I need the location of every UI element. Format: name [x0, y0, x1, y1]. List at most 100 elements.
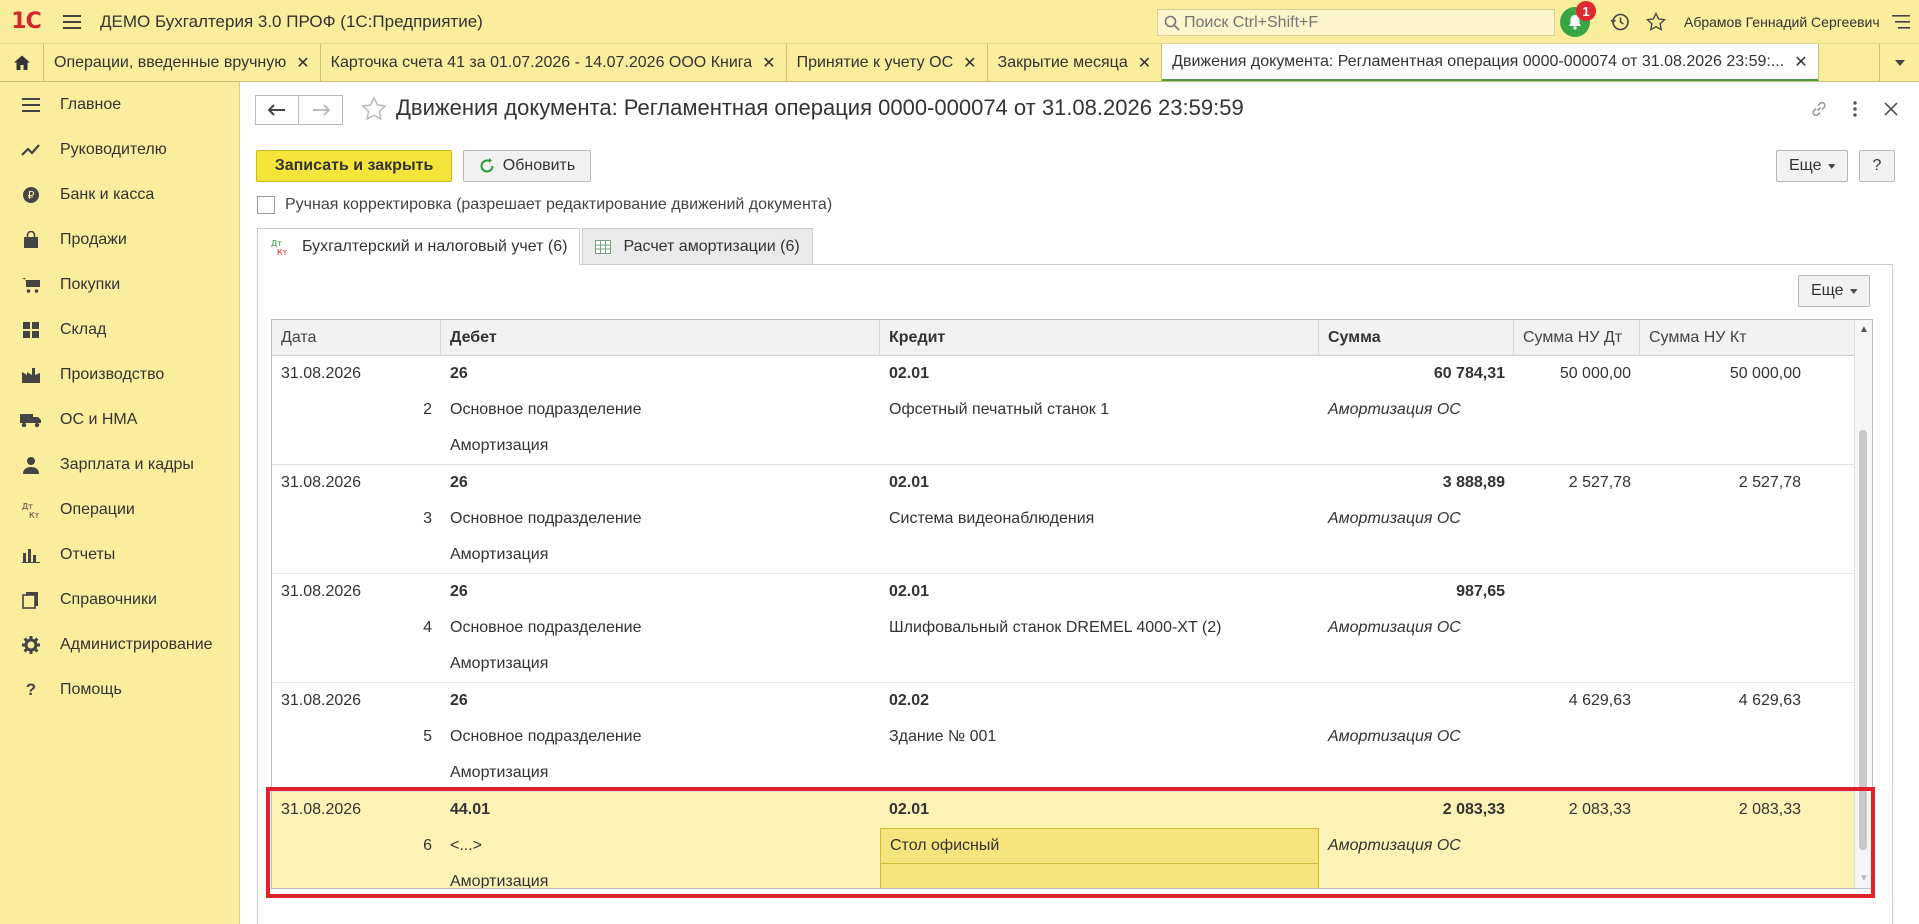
- current-user[interactable]: Абрамов Геннадий Сергеевич: [1684, 14, 1880, 30]
- tab-month-closing[interactable]: Закрытие месяца ✕: [987, 44, 1163, 81]
- table-scrollbar[interactable]: ▲ ▼: [1854, 320, 1872, 888]
- help-button[interactable]: ?: [1859, 150, 1895, 182]
- row-sum-nu-kt[interactable]: 2 083,33: [1640, 792, 1810, 828]
- sidebar-item-administration[interactable]: Администрирование: [0, 622, 239, 667]
- refresh-button[interactable]: Обновить: [463, 150, 591, 182]
- credit-account[interactable]: 02.01: [880, 792, 1319, 828]
- debit-subconto-1[interactable]: Основное подразделение: [441, 610, 880, 646]
- credit-account[interactable]: 02.02: [880, 683, 1319, 719]
- scrollbar-thumb[interactable]: [1859, 430, 1867, 850]
- scroll-up-icon[interactable]: ▲: [1859, 324, 1869, 335]
- sidebar-item-sales[interactable]: Продажи: [0, 217, 239, 262]
- tab-fixed-asset-acceptance[interactable]: Принятие к учету ОС ✕: [786, 44, 988, 81]
- row-sum[interactable]: 60 784,31: [1319, 356, 1514, 392]
- column-header-credit[interactable]: Кредит: [880, 320, 1319, 355]
- close-icon[interactable]: [1873, 94, 1909, 124]
- search-input[interactable]: [1184, 13, 1544, 32]
- sidebar-item-fixed-assets[interactable]: ОС и НМА: [0, 397, 239, 442]
- debit-account[interactable]: 26: [441, 356, 880, 392]
- credit-subconto-1[interactable]: Здание № 001: [880, 719, 1319, 755]
- debit-account[interactable]: 26: [441, 574, 880, 610]
- credit-subconto-1[interactable]: Шлифовальный станок DREMEL 4000-XT (2): [880, 610, 1319, 646]
- settings-menu-button[interactable]: [1883, 0, 1919, 44]
- tab-document-movements[interactable]: Движения документа: Регламентная операци…: [1162, 44, 1819, 81]
- more-actions-button[interactable]: Еще: [1776, 150, 1848, 182]
- debit-account[interactable]: 26: [441, 683, 880, 719]
- tab-manual-operations[interactable]: Операции, введенные вручную ✕: [44, 44, 321, 81]
- save-and-close-button[interactable]: Записать и закрыть: [256, 150, 452, 182]
- home-tab[interactable]: [0, 44, 44, 81]
- credit-subconto-1[interactable]: Офсетный печатный станок 1: [880, 392, 1319, 428]
- global-search[interactable]: [1157, 9, 1555, 36]
- favorites-button[interactable]: [1638, 0, 1674, 44]
- close-icon[interactable]: ✕: [296, 53, 309, 73]
- app-logo[interactable]: 1С: [0, 0, 52, 44]
- credit-account[interactable]: 02.01: [880, 465, 1319, 501]
- table-row[interactable]: 31.08.2026 5 26 Основное подразделение А…: [272, 683, 1872, 792]
- row-sum-nu-dt[interactable]: 50 000,00: [1514, 356, 1640, 392]
- debit-subconto-2[interactable]: Амортизация: [441, 864, 880, 888]
- back-button[interactable]: [255, 95, 299, 125]
- debit-subconto-1[interactable]: <...>: [441, 828, 880, 864]
- row-sum[interactable]: [1319, 683, 1514, 719]
- history-button[interactable]: [1602, 0, 1638, 44]
- favorite-star-button[interactable]: [361, 96, 389, 124]
- sidebar-item-catalogs[interactable]: Справочники: [0, 577, 239, 622]
- tab-depreciation-calc[interactable]: Расчет амортизации (6): [582, 228, 813, 264]
- table-row[interactable]: 31.08.2026 2 26 Основное подразделение А…: [272, 356, 1872, 465]
- credit-subconto-1-focused[interactable]: Стол офисный: [880, 828, 1319, 864]
- row-sum-nu-kt[interactable]: [1640, 574, 1810, 610]
- main-menu-icon[interactable]: [52, 0, 92, 44]
- debit-subconto-1[interactable]: Основное подразделение: [441, 719, 880, 755]
- close-icon[interactable]: ✕: [1138, 53, 1151, 73]
- table-row[interactable]: 31.08.2026 3 26 Основное подразделение А…: [272, 465, 1872, 574]
- debit-subconto-2[interactable]: Амортизация: [441, 428, 880, 464]
- column-header-sum[interactable]: Сумма: [1319, 320, 1514, 355]
- forward-button[interactable]: [299, 95, 343, 125]
- link-icon[interactable]: [1801, 94, 1837, 124]
- row-sum[interactable]: 2 083,33: [1319, 792, 1514, 828]
- debit-account[interactable]: 44.01: [441, 792, 880, 828]
- sidebar-item-purchases[interactable]: Покупки: [0, 262, 239, 307]
- sidebar-item-operations[interactable]: Дт Кт Операции: [0, 487, 239, 532]
- column-header-sum-nu-kt[interactable]: Сумма НУ Кт: [1640, 320, 1766, 355]
- sidebar-item-production[interactable]: Производство: [0, 352, 239, 397]
- sidebar-item-warehouse[interactable]: Склад: [0, 307, 239, 352]
- table-more-button[interactable]: Еще: [1798, 275, 1870, 307]
- debit-subconto-1[interactable]: Основное подразделение: [441, 501, 880, 537]
- tab-accounting-tax[interactable]: Дт Кт Бухгалтерский и налоговый учет (6): [257, 228, 581, 265]
- close-icon[interactable]: ✕: [1794, 52, 1807, 72]
- debit-account[interactable]: 26: [441, 465, 880, 501]
- sidebar-item-manager[interactable]: Руководителю: [0, 127, 239, 172]
- credit-account[interactable]: 02.01: [880, 574, 1319, 610]
- debit-subconto-2[interactable]: Амортизация: [441, 646, 880, 682]
- row-sum-nu-dt[interactable]: [1514, 574, 1640, 610]
- row-sum-nu-kt[interactable]: 2 527,78: [1640, 465, 1810, 501]
- debit-subconto-2[interactable]: Амортизация: [441, 537, 880, 573]
- more-vertical-icon[interactable]: [1837, 94, 1873, 124]
- sidebar-item-main[interactable]: Главное: [0, 82, 239, 127]
- credit-account[interactable]: 02.01: [880, 356, 1319, 392]
- sidebar-item-bank[interactable]: ₽ Банк и касса: [0, 172, 239, 217]
- notifications-button[interactable]: 1: [1560, 1, 1596, 37]
- sidebar-item-reports[interactable]: Отчеты: [0, 532, 239, 577]
- credit-subconto-1[interactable]: Система видеонаблюдения: [880, 501, 1319, 537]
- row-sum-nu-dt[interactable]: 2 527,78: [1514, 465, 1640, 501]
- debit-subconto-2[interactable]: Амортизация: [441, 755, 880, 791]
- debit-subconto-1[interactable]: Основное подразделение: [441, 392, 880, 428]
- row-sum[interactable]: 3 888,89: [1319, 465, 1514, 501]
- scroll-down-icon[interactable]: ▼: [1859, 873, 1869, 884]
- tabs-overflow-button[interactable]: [1879, 44, 1919, 81]
- close-icon[interactable]: ✕: [762, 53, 775, 73]
- column-header-date[interactable]: Дата: [272, 320, 441, 355]
- row-sum-nu-dt[interactable]: 4 629,63: [1514, 683, 1640, 719]
- row-sum[interactable]: 987,65: [1319, 574, 1514, 610]
- row-sum-nu-dt[interactable]: 2 083,33: [1514, 792, 1640, 828]
- sidebar-item-help[interactable]: ? Помощь: [0, 667, 239, 712]
- tab-account-card-41[interactable]: Карточка счета 41 за 01.07.2026 - 14.07.…: [320, 44, 787, 81]
- sidebar-item-salary[interactable]: Зарплата и кадры: [0, 442, 239, 487]
- column-header-debit[interactable]: Дебет: [441, 320, 880, 355]
- column-header-sum-nu-dt[interactable]: Сумма НУ Дт: [1514, 320, 1640, 355]
- close-icon[interactable]: ✕: [963, 53, 976, 73]
- row-sum-nu-kt[interactable]: 4 629,63: [1640, 683, 1810, 719]
